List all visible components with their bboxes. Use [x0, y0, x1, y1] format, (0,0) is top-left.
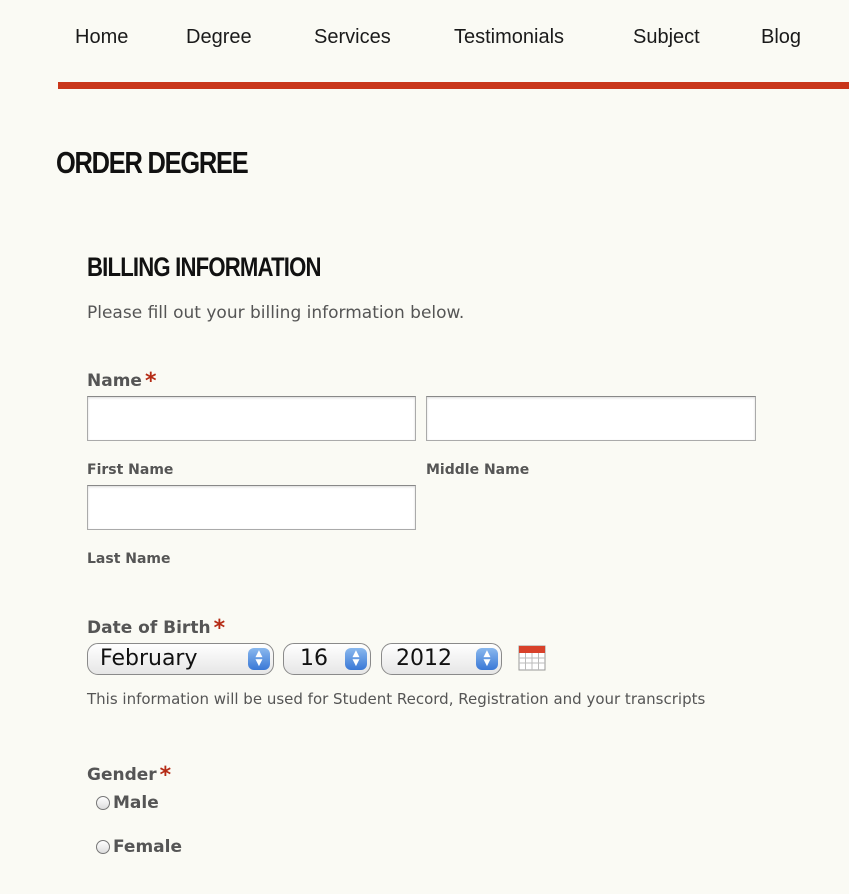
gender-female-label: Female	[113, 837, 182, 857]
nav-accent-bar	[58, 82, 849, 89]
dob-day-value: 16	[300, 646, 328, 671]
billing-section-title: BILLING INFORMATION	[87, 252, 321, 282]
first-name-input[interactable]	[87, 396, 416, 441]
nav-home[interactable]: Home	[75, 26, 128, 49]
required-asterisk: *	[144, 369, 157, 394]
dob-month-select[interactable]: February ▲ ▼	[87, 643, 274, 675]
last-name-input[interactable]	[87, 485, 416, 530]
name-label: Name *	[87, 367, 157, 394]
required-asterisk: *	[213, 616, 226, 641]
middle-name-input[interactable]	[426, 396, 756, 441]
first-name-label: First Name	[87, 462, 174, 478]
nav-degree[interactable]: Degree	[186, 26, 252, 49]
dob-year-value: 2012	[396, 646, 452, 671]
main-nav: Home Degree Services Testimonials Subjec…	[58, 0, 849, 82]
dob-day-select[interactable]: 16 ▲ ▼	[283, 643, 371, 675]
nav-blog[interactable]: Blog	[761, 26, 801, 49]
nav-services[interactable]: Services	[314, 26, 391, 49]
dob-helper-text: This information will be used for Studen…	[87, 690, 706, 708]
nav-subject[interactable]: Subject	[633, 26, 700, 49]
radio-button-icon[interactable]	[96, 840, 110, 854]
gender-label-text: Gender	[87, 765, 157, 785]
dob-label: Date of Birth *	[87, 614, 226, 641]
nav-testimonials[interactable]: Testimonials	[454, 26, 564, 49]
gender-male-label: Male	[113, 793, 159, 813]
last-name-label: Last Name	[87, 551, 171, 567]
up-down-arrows-icon: ▲ ▼	[476, 648, 498, 670]
up-down-arrows-icon: ▲ ▼	[248, 648, 270, 670]
gender-label: Gender *	[87, 761, 172, 788]
gender-option-male[interactable]: Male	[96, 793, 159, 813]
gender-option-female[interactable]: Female	[96, 837, 182, 857]
dob-year-select[interactable]: 2012 ▲ ▼	[381, 643, 502, 675]
middle-name-label: Middle Name	[426, 462, 530, 478]
up-down-arrows-icon: ▲ ▼	[345, 648, 367, 670]
required-asterisk: *	[159, 763, 172, 788]
radio-button-icon[interactable]	[96, 796, 110, 810]
billing-intro: Please fill out your billing information…	[87, 303, 465, 323]
name-label-text: Name	[87, 371, 142, 391]
page-title: ORDER DEGREE	[56, 145, 249, 180]
dob-label-text: Date of Birth	[87, 618, 211, 638]
dob-month-value: February	[100, 646, 198, 671]
calendar-icon[interactable]	[518, 645, 546, 671]
